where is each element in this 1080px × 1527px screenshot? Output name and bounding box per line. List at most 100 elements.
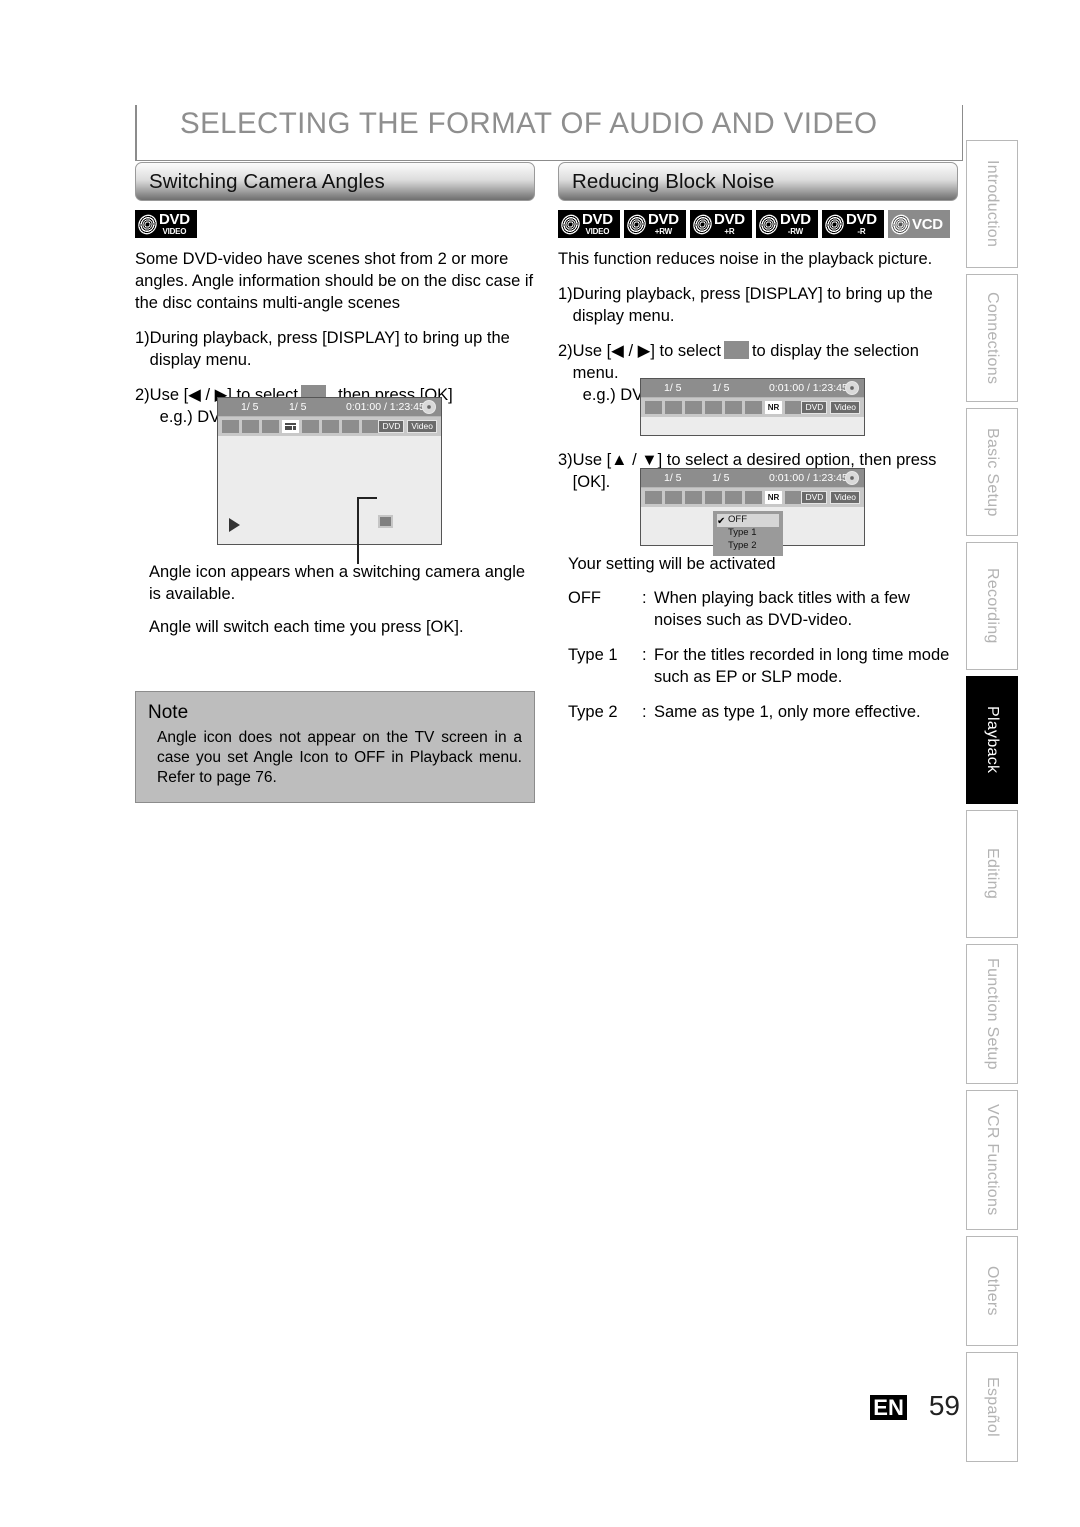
option-row-type2: Type 2 : Same as type 1, only more effec… (568, 702, 958, 724)
osd-tag-format: Video (830, 491, 860, 505)
sidebar-tab-introduction[interactable]: Introduction (966, 140, 1018, 268)
osd-icon-row: DVD Video (218, 417, 441, 436)
osd-tag-disc-type: DVD (378, 420, 405, 434)
osd-icon[interactable] (725, 401, 742, 414)
step-text: During playback, press [DISPLAY] to brin… (149, 328, 510, 369)
osd-icon[interactable] (705, 491, 722, 504)
result-heading: Your setting will be activated (568, 555, 776, 573)
play-icon (229, 518, 240, 532)
sidebar-tab-basic-setup[interactable]: Basic Setup (966, 408, 1018, 536)
osd-icon[interactable] (665, 401, 682, 414)
osd-top-bar: 1/ 5 1/ 5 0:01:00 / 1:23:45 (641, 379, 864, 398)
disc-icon (625, 211, 648, 237)
tv-screen-nr-menu-open: 1/ 5 1/ 5 0:01:00 / 1:23:45 NR DVD Video (640, 468, 865, 557)
left-step-1: 1) During playback, press [DISPLAY] to b… (135, 328, 535, 372)
osd-angle-icon-selected[interactable] (282, 420, 299, 433)
osd-nr-icon-selected[interactable]: NR (765, 491, 782, 504)
sidebar-tab-editing[interactable]: Editing (966, 810, 1018, 938)
osd-tag-format: Video (830, 401, 860, 415)
badge-main-label: DVD (159, 211, 190, 228)
footer-language-code: EN (870, 1395, 907, 1421)
sidebar-tab-others[interactable]: Others (966, 1236, 1018, 1346)
tv-screen-angle-example: 1/ 5 1/ 5 0:01:00 / 1:23:45 DVD Video (217, 397, 442, 545)
disc-icon (757, 211, 780, 237)
sidebar-tab-vcr-functions[interactable]: VCR Functions (966, 1090, 1018, 1230)
note-box: Note Angle icon does not appear on the T… (135, 691, 535, 804)
badge-main-label: DVD (846, 211, 877, 228)
osd-chapter-number: 1/ 5 (289, 401, 307, 413)
sidebar-tab-function-setup[interactable]: Function Setup (966, 944, 1018, 1084)
disc-badge-dvd-plus-r: DVD +R (690, 210, 752, 238)
osd-nr-icon-selected[interactable]: NR (765, 401, 782, 414)
badge-main-label: VCD (912, 215, 943, 233)
osd-icon[interactable] (322, 420, 339, 433)
disc-status-icon (422, 400, 436, 414)
osd-title-number: 1/ 5 (664, 472, 682, 484)
disc-icon (823, 211, 846, 237)
note-title: Note (148, 702, 189, 723)
right-column: Reducing Block Noise DVD VIDEO DVD +RW D… (558, 162, 958, 721)
option-description: When playing back titles with a few nois… (654, 588, 910, 629)
left-caption-2: Angle will switch each time you press [O… (149, 617, 464, 636)
sidebar-tab-playback[interactable]: Playback (966, 676, 1018, 804)
tab-label: Editing (984, 848, 1001, 900)
osd-icon[interactable] (785, 401, 802, 414)
disc-icon (691, 211, 714, 237)
nr-option-dropdown[interactable]: ✔ OFF Type 1 Type 2 (713, 511, 783, 557)
left-disc-badges: DVD VIDEO (135, 210, 535, 238)
left-column: Switching Camera Angles DVD VIDEO Some D… (135, 162, 535, 804)
osd-icon[interactable] (705, 401, 722, 414)
footer-page-number: 59 (928, 1390, 960, 1421)
osd-title-number: 1/ 5 (664, 382, 682, 394)
badge-sub-label: +R (724, 227, 735, 236)
dropdown-item-type1[interactable]: Type 1 (717, 527, 779, 540)
step-text: During playback, press [DISPLAY] to brin… (572, 284, 933, 325)
dropdown-item-type2[interactable]: Type 2 (717, 540, 779, 553)
note-body: Angle icon does not appear on the TV scr… (157, 729, 522, 787)
dropdown-item-off[interactable]: ✔ OFF (717, 514, 779, 527)
tab-label: VCR Functions (984, 1104, 1001, 1216)
osd-icon[interactable] (745, 401, 762, 414)
badge-sub-label: -RW (787, 227, 804, 236)
osd-icon[interactable] (342, 420, 359, 433)
osd-chapter-number: 1/ 5 (712, 472, 730, 484)
osd-icon[interactable] (745, 491, 762, 504)
angle-indicator-icon (378, 515, 393, 528)
badge-sub-label: VIDEO (162, 227, 187, 236)
osd-time: 0:01:00 / 1:23:45 (769, 472, 848, 484)
disc-status-icon (845, 381, 859, 395)
tab-label: Basic Setup (984, 427, 1001, 517)
osd-icon[interactable] (685, 491, 702, 504)
sidebar-tab-connections[interactable]: Connections (966, 274, 1018, 402)
tab-label: Recording (984, 568, 1001, 644)
step-number: 1) (558, 284, 573, 303)
osd-time: 0:01:00 / 1:23:45 (346, 401, 425, 413)
sidebar-tab-recording[interactable]: Recording (966, 542, 1018, 670)
disc-icon (559, 211, 582, 237)
osd-icon[interactable] (685, 401, 702, 414)
section-header-reducing-block-noise: Reducing Block Noise (558, 162, 958, 201)
osd-icon[interactable] (302, 420, 319, 433)
disc-badge-dvd-video: DVD VIDEO (558, 210, 620, 238)
sidebar-tab-espanol[interactable]: Español (966, 1352, 1018, 1462)
left-intro-paragraph: Some DVD-video have scenes shot from 2 o… (135, 250, 534, 312)
page-footer: EN 59 (870, 1390, 960, 1422)
disc-status-icon (845, 471, 859, 485)
osd-top-bar: 1/ 5 1/ 5 0:01:00 / 1:23:45 (218, 398, 441, 417)
disc-badge-dvd-minus-r: DVD -R (822, 210, 884, 238)
osd-icon[interactable] (242, 420, 259, 433)
tab-label: Connections (984, 291, 1001, 385)
osd-icon[interactable] (362, 420, 379, 433)
dropdown-item-label: OFF (728, 514, 747, 525)
disc-badge-dvd-minus-rw: DVD -RW (756, 210, 818, 238)
osd-tag-disc-type: DVD (801, 491, 828, 505)
osd-icon[interactable] (785, 491, 802, 504)
osd-icon[interactable] (262, 420, 279, 433)
osd-icon[interactable] (665, 491, 682, 504)
osd-icon[interactable] (222, 420, 239, 433)
right-disc-badges: DVD VIDEO DVD +RW DVD +R DVD -RW DVD -R … (558, 210, 958, 238)
badge-sub-label: VIDEO (585, 227, 610, 236)
osd-icon[interactable] (645, 491, 662, 504)
osd-icon[interactable] (725, 491, 742, 504)
osd-icon[interactable] (645, 401, 662, 414)
